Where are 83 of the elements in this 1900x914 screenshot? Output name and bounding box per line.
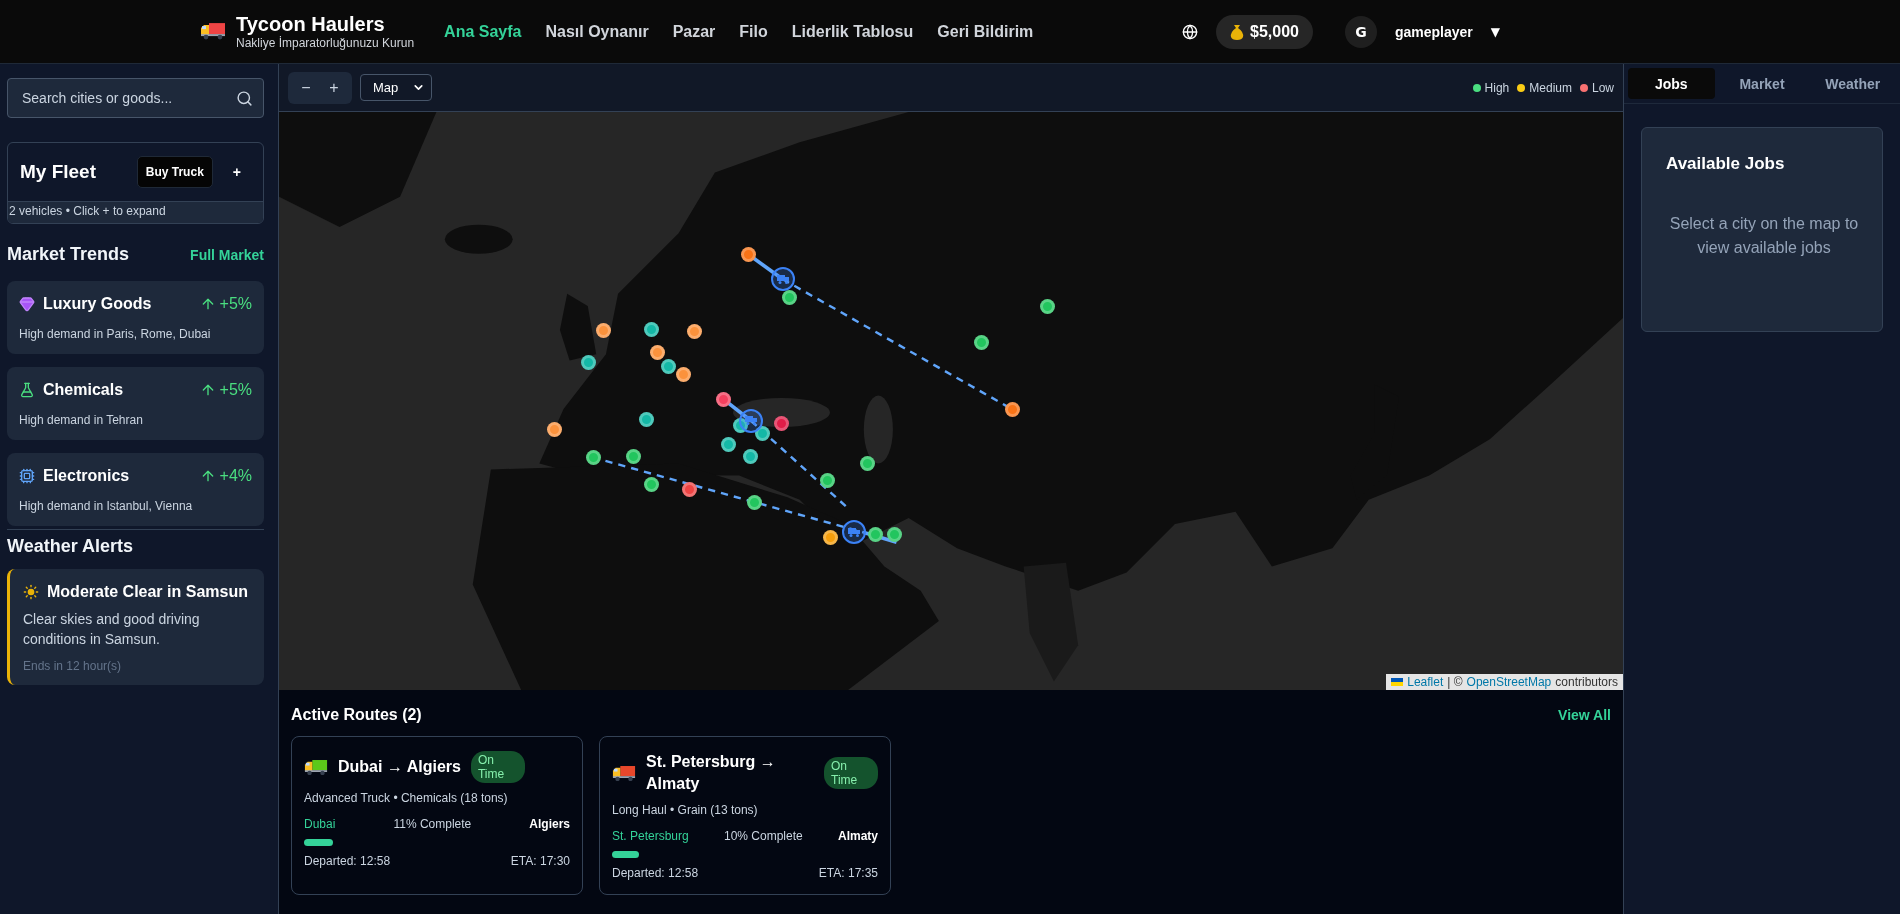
fleet-summary: 2 vehicles • Click + to expand <box>8 201 263 223</box>
completion-text: 11% Complete <box>393 817 472 831</box>
truck-icon <box>848 527 861 537</box>
eta-time: ETA: 17:35 <box>818 866 878 880</box>
alert-ends: Ends in 12 hour(s) <box>23 659 123 673</box>
trend-change: +4% <box>219 467 252 485</box>
route-destination: Algiers <box>529 817 570 831</box>
routes-title: Active Routes (2) <box>291 706 422 724</box>
nav-link[interactable]: Geri Bildirim <box>937 22 1034 41</box>
panel-tab[interactable]: Jobs <box>1628 68 1715 99</box>
chip-icon <box>19 468 35 484</box>
completion-text: 10% Complete <box>724 829 803 843</box>
trend-note: High demand in Tehran <box>19 413 143 427</box>
sun-icon <box>23 584 39 600</box>
nav-link[interactable]: Ana Sayfa <box>444 22 522 41</box>
fleet-title: My Fleet <box>20 161 97 183</box>
legend-item: Medium <box>1517 80 1572 95</box>
leaflet-link[interactable]: Leaflet <box>1407 675 1444 689</box>
route-origin: Dubai <box>304 817 336 831</box>
route-details: Long Haul • Grain (13 tons) <box>612 803 759 817</box>
truck-marker[interactable] <box>842 520 867 545</box>
alert-text: Clear skies and good driving conditions in Samsun. <box>23 610 201 649</box>
zoom-out-button[interactable]: − <box>292 73 320 102</box>
trend-name: Electronics <box>43 467 130 485</box>
user-avatar[interactable]: G <box>1344 15 1377 48</box>
search-input[interactable]: Search cities or goods... <box>20 89 236 107</box>
layer-select[interactable]: Map <box>360 74 433 101</box>
search-icon[interactable] <box>236 89 253 107</box>
trend-change: +5% <box>219 381 252 399</box>
nav-link[interactable]: Pazar <box>672 22 716 41</box>
panel-tab[interactable]: Market <box>1718 68 1806 99</box>
trend-change: +5% <box>219 295 252 313</box>
departed-time: Departed: 12:58 <box>612 866 699 880</box>
nav-link[interactable]: Nasıl Oynanır <box>545 22 649 41</box>
alert-title: Moderate Clear in Samsun <box>47 583 248 601</box>
buy-truck-button[interactable]: Buy Truck <box>136 156 213 188</box>
nav-link[interactable]: Filo <box>739 22 768 41</box>
departed-time: Departed: 12:58 <box>304 854 391 868</box>
balance-amount: $5,000 <box>1250 22 1299 41</box>
full-market-link[interactable]: Full Market <box>190 246 264 263</box>
route-card[interactable]: Dubai → Algiers On Time Advanced Truck • Chemicals (18 tons) Dubai 11% Complete Algiers Departed: 12:58 ETA: 17:30 <box>291 736 583 895</box>
route-origin: St. Petersburg <box>612 829 689 843</box>
globe-icon[interactable] <box>1182 23 1198 40</box>
jobs-message: Select a city on the map to view available jobs <box>1668 214 1860 258</box>
route-details: Advanced Truck • Chemicals (18 tons) <box>304 791 509 805</box>
truck-marker[interactable] <box>739 409 764 433</box>
openstreetmap-link[interactable]: OpenStreetMap <box>1466 675 1552 689</box>
zoom-in-button[interactable]: + <box>320 73 348 102</box>
brand-title: Tycoon Haulers <box>236 13 386 36</box>
trend-note: High demand in Paris, Rome, Dubai <box>19 327 211 341</box>
dropdown-caret[interactable]: ▼ <box>1490 24 1500 39</box>
section-title: Market Trends <box>7 244 130 265</box>
status-badge: On Time <box>471 751 525 783</box>
search-field[interactable]: Search cities or goods... <box>7 78 264 118</box>
flag-icon <box>1391 678 1404 686</box>
route-title: St. Petersburg → Almaty <box>646 752 777 794</box>
legend-item: Low <box>1580 80 1614 95</box>
truck-marker[interactable] <box>770 267 795 292</box>
panel-tab[interactable]: Weather <box>1809 68 1896 99</box>
truck-icon <box>745 416 758 426</box>
trend-name: Chemicals <box>43 381 124 399</box>
money-bag-icon <box>1230 23 1244 40</box>
legend-item: High <box>1472 80 1510 95</box>
route-title: Dubai → Algiers <box>338 757 461 777</box>
trend-name: Luxury Goods <box>43 295 152 313</box>
attribution-text: contributors <box>1555 675 1618 689</box>
truck-icon <box>776 274 789 284</box>
flask-icon <box>19 382 35 398</box>
brand-tagline: Nakliye İmparatorluğunuzu Kurun <box>236 36 415 50</box>
trend-note: High demand in Istanbul, Vienna <box>19 499 193 513</box>
route-card[interactable]: St. Petersburg → Almaty On Time Long Haul • Grain (13 tons) St. Petersburg 10% Complete Almaty Departed: 12:58 ETA: 17:35 <box>599 736 891 895</box>
user-name[interactable]: gameplayer <box>1394 23 1473 40</box>
status-badge: On Time <box>824 757 878 789</box>
route-destination: Almaty <box>837 829 878 843</box>
gem-icon <box>19 296 35 312</box>
nav-link[interactable]: Liderlik Tablosu <box>791 22 914 41</box>
expand-button[interactable]: + <box>222 158 251 186</box>
jobs-title: Available Jobs <box>1666 154 1786 174</box>
truck-logo-icon <box>200 22 226 41</box>
view-all-link[interactable]: View All <box>1558 707 1611 723</box>
attribution-separator: | © <box>1447 675 1463 689</box>
section-title: Weather Alerts <box>7 536 135 557</box>
eta-time: ETA: 17:30 <box>510 854 570 868</box>
